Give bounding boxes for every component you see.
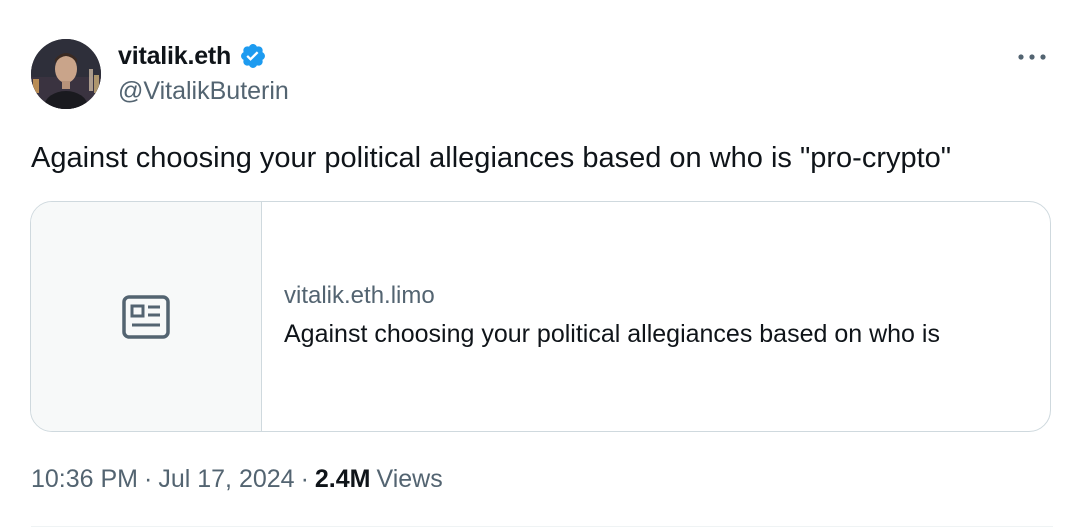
article-icon [122, 294, 170, 339]
avatar-image [31, 39, 101, 109]
meta-separator: · [144, 464, 153, 493]
tweet-text: Against choosing your political allegian… [31, 142, 952, 174]
views-label: Views [376, 464, 443, 493]
verified-badge-icon[interactable] [239, 42, 267, 70]
tweet: vitalik.eth @VitalikButerin Against choo… [0, 0, 1084, 532]
divider [31, 526, 1053, 527]
views-count: 2.4M [314, 464, 371, 493]
author-name-row: vitalik.eth [118, 39, 267, 73]
more-horizontal-icon[interactable] [1015, 45, 1049, 69]
link-card-thumbnail [31, 202, 262, 431]
tweet-meta: 10:36 PM · Jul 17, 2024 · 2.4M Views [31, 461, 443, 497]
link-card[interactable]: vitalik.eth.limo Against choosing your p… [30, 201, 1051, 432]
tweet-time[interactable]: 10:36 PM [31, 465, 138, 494]
tweet-date[interactable]: Jul 17, 2024 [158, 465, 294, 494]
meta-separator: · [300, 464, 309, 493]
link-card-title: Against choosing your political allegian… [284, 320, 940, 348]
author-handle[interactable]: @VitalikButerin [118, 77, 289, 106]
link-card-domain: vitalik.eth.limo [284, 282, 435, 309]
author-display-name[interactable]: vitalik.eth [118, 42, 231, 71]
avatar[interactable] [31, 39, 101, 109]
